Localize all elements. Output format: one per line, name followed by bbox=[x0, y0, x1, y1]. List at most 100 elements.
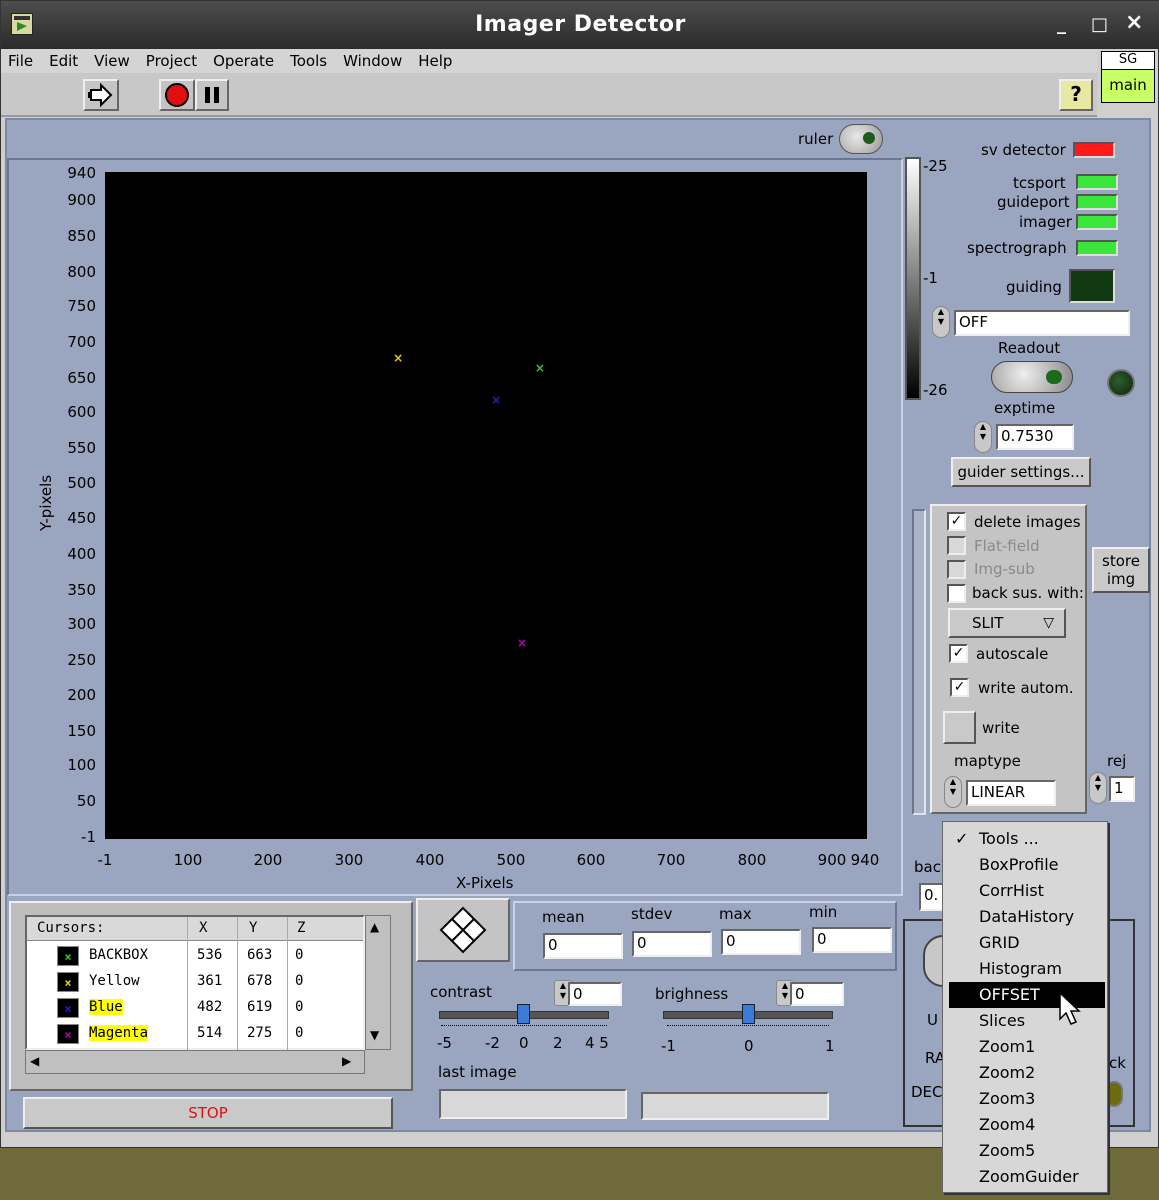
stop-button[interactable]: STOP bbox=[23, 1097, 393, 1129]
menu-item-boxprofile[interactable]: BoxProfile bbox=[943, 852, 1107, 878]
menu-tools[interactable]: Tools bbox=[290, 52, 327, 70]
window-title: Imager Detector bbox=[475, 12, 686, 37]
menu-view[interactable]: View bbox=[94, 52, 130, 70]
imager-label: imager bbox=[1019, 213, 1072, 231]
contrast-ticks bbox=[441, 1025, 607, 1033]
table-row[interactable]: × Blue 482 619 0 bbox=[27, 995, 367, 1021]
image-plot[interactable]: × × × × bbox=[105, 172, 867, 839]
menu-operate[interactable]: Operate bbox=[213, 52, 274, 70]
contrast-tick-4: 4 5 bbox=[585, 1034, 609, 1052]
table-row[interactable]: × Yellow 361 678 0 bbox=[27, 969, 367, 995]
last-image-label: last image bbox=[438, 1063, 517, 1081]
vertical-slider-track[interactable] bbox=[912, 509, 926, 815]
last-image-field-2 bbox=[641, 1092, 829, 1120]
cursor-x-value: 514 bbox=[197, 1025, 223, 1041]
table-row[interactable]: × BACKBOX 536 663 0 bbox=[27, 943, 367, 969]
maptype-spinner[interactable]: ▲ ▼ bbox=[944, 776, 962, 808]
scroll-right-icon[interactable]: ▶ bbox=[342, 1054, 351, 1068]
maptype-field[interactable]: LINEAR bbox=[966, 780, 1056, 806]
header-cursors: Cursors: bbox=[37, 920, 105, 936]
menu-item-zoom2[interactable]: Zoom2 bbox=[943, 1060, 1107, 1086]
write-button[interactable] bbox=[943, 711, 976, 744]
y-tick-label: 250 bbox=[67, 651, 96, 669]
menu-item-zoom1[interactable]: Zoom1 bbox=[943, 1034, 1107, 1060]
menu-item-grid[interactable]: GRID bbox=[943, 930, 1107, 956]
contrast-slider-thumb[interactable] bbox=[517, 1004, 530, 1024]
delete-images-checkbox[interactable]: ✓ bbox=[947, 512, 966, 531]
menu-item-label: DataHistory bbox=[979, 907, 1075, 926]
cursor-marker[interactable]: × bbox=[534, 362, 546, 374]
readout-label: Readout bbox=[998, 339, 1061, 357]
menu-item-tools[interactable]: ✓ Tools ... bbox=[943, 826, 1107, 852]
readout-toggle[interactable] bbox=[991, 361, 1073, 393]
menu-item-zoom5[interactable]: Zoom5 bbox=[943, 1138, 1107, 1164]
menu-item-label: BoxProfile bbox=[979, 855, 1059, 874]
menu-item-corrhist[interactable]: CorrHist bbox=[943, 878, 1107, 904]
mode-spinner[interactable]: ▲ ▼ bbox=[932, 306, 950, 338]
scroll-up-icon[interactable]: ▲ bbox=[370, 920, 379, 934]
menu-project[interactable]: Project bbox=[146, 52, 197, 70]
img-sub-checkbox[interactable] bbox=[947, 560, 966, 579]
table-hscroll[interactable]: ◀ ▶ bbox=[25, 1050, 365, 1074]
menu-item-zoomguider[interactable]: ZoomGuider bbox=[943, 1164, 1107, 1190]
scroll-down-icon[interactable]: ▼ bbox=[370, 1028, 379, 1042]
run-arrow-button[interactable] bbox=[83, 79, 119, 111]
pause-button[interactable] bbox=[195, 79, 229, 111]
spectrograph-label: spectrograph bbox=[967, 239, 1067, 257]
menu-item-histogram[interactable]: Histogram bbox=[943, 956, 1107, 982]
menu-file[interactable]: File bbox=[8, 52, 33, 70]
brighness-field[interactable]: 0 bbox=[790, 982, 844, 1006]
cursor-swatch: × bbox=[57, 1024, 79, 1044]
stdev-label: stdev bbox=[631, 905, 673, 923]
readout-led bbox=[1107, 369, 1135, 397]
ruler-toggle[interactable] bbox=[839, 124, 883, 154]
sv-detector-led bbox=[1073, 142, 1115, 158]
table-row[interactable]: × Magenta 514 275 0 bbox=[27, 1021, 367, 1047]
flat-field-checkbox[interactable] bbox=[947, 536, 966, 555]
menu-edit[interactable]: Edit bbox=[49, 52, 78, 70]
slit-dropdown-value: SLIT bbox=[972, 614, 1004, 632]
sg-label: SG bbox=[1102, 52, 1154, 70]
menu-item-slices[interactable]: Slices bbox=[943, 1008, 1107, 1034]
store-img-button[interactable]: store img bbox=[1092, 547, 1150, 593]
dec-partial-label: DEC bbox=[911, 1083, 943, 1101]
cursor-marker[interactable]: × bbox=[490, 394, 502, 406]
exptime-spinner[interactable]: ▲ ▼ bbox=[974, 421, 992, 453]
menu-window[interactable]: Window bbox=[343, 52, 402, 70]
cursor-z-value: 0 bbox=[295, 999, 304, 1015]
write-autom-checkbox[interactable]: ✓ bbox=[950, 678, 969, 697]
cursor-y-value: 619 bbox=[247, 999, 273, 1015]
menu-item-zoom3[interactable]: Zoom3 bbox=[943, 1086, 1107, 1112]
exptime-field[interactable]: 0.7530 bbox=[996, 424, 1074, 450]
menu-item-zoom4[interactable]: Zoom4 bbox=[943, 1112, 1107, 1138]
minimize-button[interactable]: _ bbox=[1057, 14, 1066, 35]
scroll-left-icon[interactable]: ◀ bbox=[30, 1054, 39, 1068]
help-button[interactable]: ? bbox=[1059, 79, 1093, 111]
guider-settings-button[interactable]: guider settings... bbox=[951, 457, 1091, 487]
slit-dropdown[interactable]: SLIT ▽ bbox=[948, 608, 1066, 638]
mode-field[interactable]: OFF bbox=[954, 310, 1130, 336]
contrast-field[interactable]: 0 bbox=[568, 982, 622, 1006]
rej-field[interactable]: 1 bbox=[1109, 776, 1135, 802]
table-vscroll[interactable]: ▲ ▼ bbox=[365, 915, 391, 1050]
rej-spinner[interactable]: ▲ ▼ bbox=[1089, 772, 1107, 804]
brighness-tick-1: 0 bbox=[744, 1037, 754, 1055]
x-tick-label: 400 bbox=[415, 851, 445, 869]
header-y: Y bbox=[249, 920, 258, 936]
store-img-label: store img bbox=[1102, 552, 1140, 588]
close-button[interactable]: × bbox=[1125, 10, 1143, 35]
cursor-marker[interactable]: × bbox=[516, 637, 528, 649]
pan-control-button[interactable] bbox=[416, 898, 510, 962]
pan-diamond-icon bbox=[439, 906, 487, 954]
menu-help[interactable]: Help bbox=[418, 52, 452, 70]
maximize-button[interactable]: □ bbox=[1091, 14, 1108, 35]
back-sus-checkbox[interactable] bbox=[947, 584, 966, 603]
brighness-slider-thumb[interactable] bbox=[742, 1004, 755, 1024]
track-partial-label: ck bbox=[1109, 1054, 1126, 1072]
autoscale-checkbox[interactable]: ✓ bbox=[949, 644, 968, 663]
abort-button[interactable] bbox=[159, 79, 195, 111]
menu-item-datahistory[interactable]: DataHistory bbox=[943, 904, 1107, 930]
cursor-marker[interactable]: × bbox=[392, 352, 404, 364]
menu-item-label: Zoom4 bbox=[979, 1115, 1036, 1134]
cursor-swatch: × bbox=[57, 946, 79, 966]
